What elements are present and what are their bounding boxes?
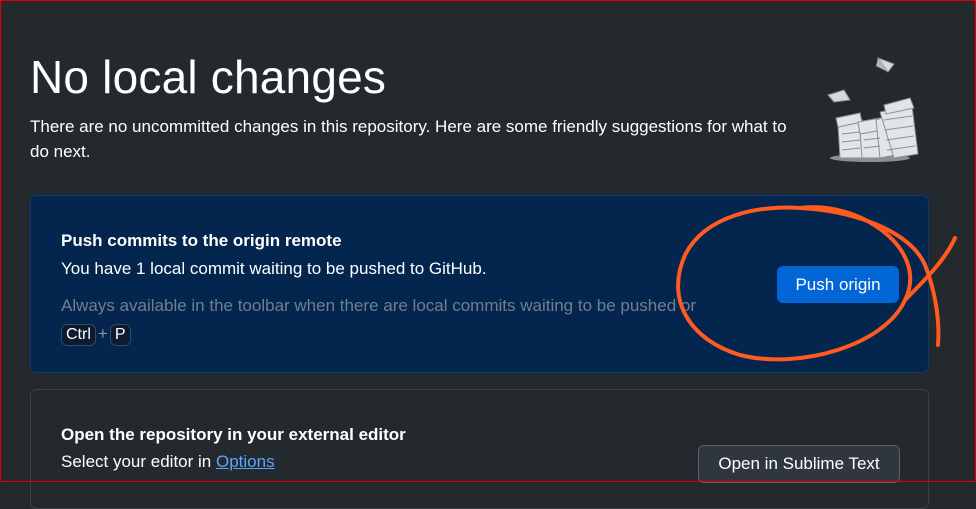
push-card-hint: Always available in the toolbar when the… (61, 292, 761, 348)
push-card-title: Push commits to the origin remote (61, 231, 342, 250)
push-card-description: You have 1 local commit waiting to be pu… (61, 259, 487, 278)
ctrl-key: Ctrl (61, 324, 96, 346)
page-title: No local changes (30, 51, 387, 103)
push-origin-button[interactable]: Push origin (777, 266, 899, 303)
open-in-sublime-button[interactable]: Open in Sublime Text (698, 445, 900, 483)
editor-card-description-text: Select your editor in (61, 452, 212, 471)
push-commits-card: Push commits to the origin remote You ha… (30, 195, 929, 373)
options-link[interactable]: Options (216, 452, 275, 471)
editor-card-title: Open the repository in your external edi… (61, 425, 406, 444)
p-key: P (109, 324, 131, 346)
shortcut-plus: + (97, 324, 108, 343)
push-card-hint-text: Always available in the toolbar when the… (61, 296, 697, 315)
page-subtitle: There are no uncommitted changes in this… (30, 117, 787, 161)
paper-stacks-illustration-icon (827, 56, 919, 162)
open-editor-card: Open the repository in your external edi… (30, 389, 929, 509)
editor-card-description: Select your editor in Options (61, 452, 275, 472)
